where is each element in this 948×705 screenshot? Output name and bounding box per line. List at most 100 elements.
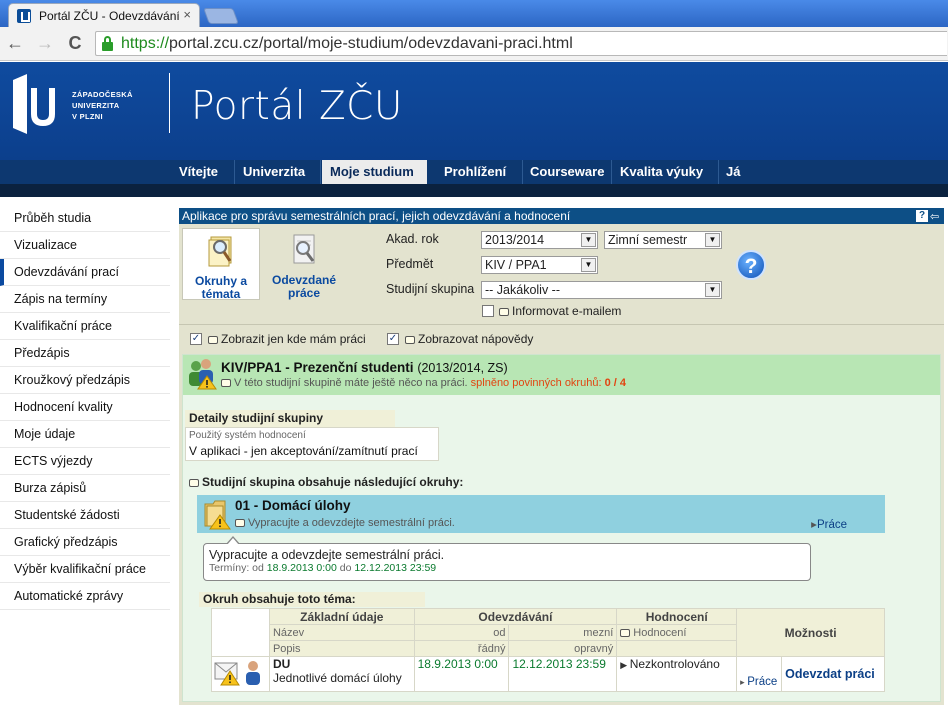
nav-univerzita[interactable]: Univerzita [235,160,313,184]
sidebar-item-burza-zapisu[interactable]: Burza zápisů [0,475,170,502]
col-moznosti: Možnosti [736,608,885,657]
col-hodnoceni-sub: Hodnocení [616,624,738,641]
portal-header: ZÁPADOČESKÁ UNIVERZITA V PLZNI Portál ZČ… [0,62,948,160]
help-small-icon[interactable]: ? [916,210,928,222]
evaluation-system-value: V aplikaci - jen akceptování/zamítnutí p… [189,444,418,458]
predmet-label: Předmět [386,257,434,271]
topic-tooltip: Vypracujte a odevzdejte semestrální prác… [203,536,811,581]
jen-kde-mam-praci-label: Zobrazit jen kde mám práci [208,332,366,346]
browser-tabbar: Portál ZČU - Odevzdávání × [0,0,948,27]
col-popis: Popis [268,640,415,657]
topic-title: 01 - Domácí úlohy [235,498,351,513]
url-path: portal.zcu.cz/portal/moje-studium/odevzd… [169,34,573,52]
tab-okruhy-a-temata[interactable]: Okruhy a témata [182,228,260,301]
sidebar-item-hodnoceni-kvality[interactable]: Hodnocení kvality [0,394,170,421]
browser-toolbar: ← → C https:// portal.zcu.cz/portal/moje… [0,27,948,61]
reload-icon[interactable]: C [64,33,86,54]
chevron-down-icon: ▼ [705,283,720,297]
nav-kvalita-vyuky[interactable]: Kvalita výuky [612,160,711,184]
nav-ja[interactable]: Já [718,160,748,184]
chevron-down-icon: ▼ [705,233,720,247]
sidebar-item-vizualizace[interactable]: Vizualizace [0,232,170,259]
tab-odevzdane-prace[interactable]: Odevzdané práce [265,228,343,300]
row-prace-link[interactable]: ▸ Práce [740,676,777,688]
napovedy-label: Zobrazovat nápovědy [405,332,533,346]
sidebar-item-predzapis[interactable]: Předzápis [0,340,170,367]
app-panel: Aplikace pro správu semestrálních prací,… [179,208,944,705]
sidebar-item-zapis-na-terminy[interactable]: Zápis na termíny [0,286,170,313]
back-small-icon[interactable]: ⇦ [930,209,942,223]
sidebar-item-prubeh-studia[interactable]: Průběh studia [0,205,170,232]
lock-icon [102,35,113,51]
forward-arrow-icon[interactable]: → [34,33,56,54]
sidebar-item-odevzdavani-praci[interactable]: Odevzdávání prací [0,259,170,286]
new-tab-button[interactable] [203,8,239,24]
row-code: DU [272,657,291,671]
row-od: 18.9.2013 0:00 [413,656,510,692]
speech-bubble-icon [221,379,231,387]
nav-vitejte[interactable]: Vítejte [171,160,226,184]
row-stav: ▶ Nezkontrolováno [616,656,738,692]
envelope-warning-user-icon [214,661,260,686]
nav-prohlizeni[interactable]: Prohlížení [436,160,514,184]
tab-close-icon[interactable]: × [183,7,191,22]
themes-table: Základní údaje Odevzdávání Hodnocení Mož… [211,608,885,692]
sidebar-item-automaticke-zpravy[interactable]: Automatické zprávy [0,583,170,610]
napovedy-checkbox[interactable]: ✓ [387,333,399,345]
sidebar-item-vyber-kvalifikacni-prace[interactable]: Výběr kvalifikační práce [0,556,170,583]
help-icon[interactable]: ? [736,250,766,280]
evaluation-system-label: Použitý systém hodnocení [189,430,306,441]
speech-bubble-icon [235,519,245,527]
portal-title: Portál ZČU [191,84,403,129]
topic-prace-link[interactable]: Práce [811,517,847,531]
topic-bar[interactable]: 01 - Domácí úlohy Vypracujte a odevzdejt… [197,495,885,533]
zcu-favicon-icon [17,8,31,23]
speech-bubble-icon [499,308,509,316]
folder-warning-icon [204,500,231,530]
submitted-works-icon [293,234,315,264]
table-row: DU Jednotlivé domácí úlohy 18.9.2013 0:0… [211,656,885,692]
study-group-bar: KIV/PPA1 - Prezenční studenti (2013/2014… [183,355,940,395]
logo-text: ZÁPADOČESKÁ UNIVERZITA V PLZNI [72,90,133,121]
akad-rok-label: Akad. rok [386,232,439,246]
back-arrow-icon[interactable]: ← [4,33,26,54]
col-nazev: Název [268,624,415,641]
app-title: Aplikace pro správu semestrálních prací,… [182,209,571,223]
semestr-select[interactable]: Zimní semestr ▼ [604,231,722,249]
informovat-checkbox[interactable] [482,305,494,317]
speech-bubble-icon [189,479,199,487]
akad-rok-select[interactable]: 2013/2014 ▼ [481,231,598,249]
skupina-label: Studijní skupina [386,282,475,296]
speech-bubble-icon [405,336,415,344]
app-title-bar: Aplikace pro správu semestrálních prací,… [179,208,944,224]
nav-moje-studium[interactable]: Moje studium [322,160,427,184]
details-box: Použitý systém hodnocení V aplikaci - je… [185,427,439,461]
sidebar: Průběh studia Vizualizace Odevzdávání pr… [0,205,170,610]
col-odevzdavani: Odevzdávání [413,608,618,625]
content-area: KIV/PPA1 - Prezenční studenti (2013/2014… [182,354,941,702]
jen-kde-mam-praci-checkbox[interactable]: ✓ [190,333,202,345]
col-od: od [413,624,510,641]
col-zakladni-udaje: Základní údaje [268,608,415,625]
speech-bubble-icon [620,628,631,637]
address-bar[interactable]: https:// portal.zcu.cz/portal/moje-studi… [95,31,947,56]
header-divider [169,73,170,133]
nav-courseware[interactable]: Courseware [522,160,612,184]
skupina-select[interactable]: -- Jakákoliv -- ▼ [481,281,722,299]
sidebar-item-ects-vyjezdy[interactable]: ECTS výjezdy [0,448,170,475]
sidebar-item-krouzkovy-predzapis[interactable]: Kroužkový předzápis [0,367,170,394]
predmet-select[interactable]: KIV / PPA1 ▼ [481,256,598,274]
sidebar-item-kvalifikacni-prace[interactable]: Kvalifikační práce [0,313,170,340]
browser-tab[interactable]: Portál ZČU - Odevzdávání × [8,3,200,27]
sidebar-item-moje-udaje[interactable]: Moje údaje [0,421,170,448]
sidebar-item-studentske-zadosti[interactable]: Studentské žádosti [0,502,170,529]
theme-heading: Okruh obsahuje toto téma: [199,592,425,607]
tab-title: Portál ZČU - Odevzdávání [39,8,179,23]
sidebar-item-graficky-predzapis[interactable]: Grafický předzápis [0,529,170,556]
col-mezni: mezní [508,624,618,641]
top-navigation: Vítejte Univerzita Moje studium Prohlíže… [0,160,948,197]
col-opravny: opravný [508,640,618,657]
odevzdat-praci-link[interactable]: Odevzdat práci [785,667,875,681]
zcu-logo-icon[interactable] [13,74,57,134]
topic-subtitle: Vypracujte a odevzdejte semestrální prác… [235,517,455,529]
